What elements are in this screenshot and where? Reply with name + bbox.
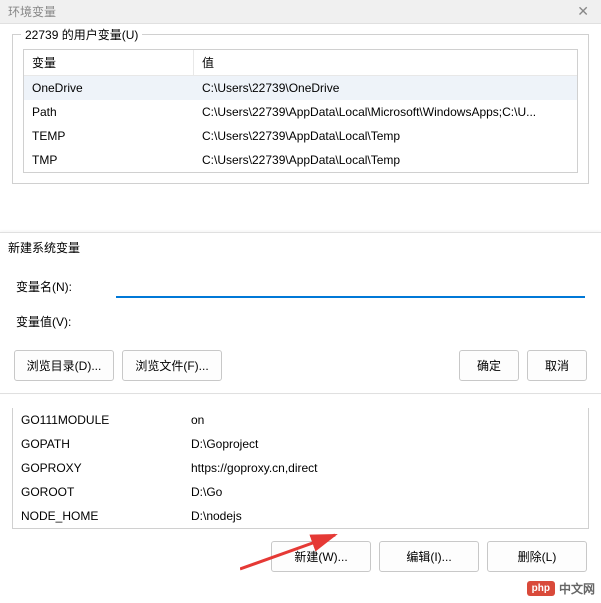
close-icon[interactable]: ✕ <box>573 3 593 20</box>
cell-name: TEMP <box>24 126 194 146</box>
title-bar: 环境变量 ✕ <box>0 0 601 24</box>
cell-value: C:\Users\22739\AppData\Local\Temp <box>194 150 577 170</box>
cell-value: D:\nodejs <box>183 506 588 526</box>
browse-file-button[interactable]: 浏览文件(F)... <box>122 350 222 381</box>
cell-value: D:\Go <box>183 482 588 502</box>
cancel-button[interactable]: 取消 <box>527 350 587 381</box>
cell-value: C:\Users\22739\AppData\Local\Microsoft\W… <box>194 102 577 122</box>
variable-value-label: 变量值(V): <box>16 313 116 330</box>
new-system-variable-dialog: 新建系统变量 变量名(N): 变量值(V): 浏览目录(D)... 浏览文件(F… <box>0 232 601 394</box>
watermark: php 中文网 <box>527 580 595 597</box>
cell-name: Path <box>24 102 194 122</box>
ok-button[interactable]: 确定 <box>459 350 519 381</box>
variable-name-input[interactable] <box>116 274 585 298</box>
system-variables-area: GO111MODULEonGOPATHD:\GoprojectGOPROXYht… <box>12 408 589 572</box>
user-variables-table[interactable]: 变量 值 OneDriveC:\Users\22739\OneDrivePath… <box>23 49 578 173</box>
table-row[interactable]: PathC:\Users\22739\AppData\Local\Microso… <box>24 100 577 124</box>
new-var-title: 新建系统变量 <box>0 233 601 268</box>
user-variables-group: 22739 的用户变量(U) 变量 值 OneDriveC:\Users\227… <box>12 34 589 184</box>
cell-name: NODE_HOME <box>13 506 183 526</box>
table-row[interactable]: TMPC:\Users\22739\AppData\Local\Temp <box>24 148 577 172</box>
cell-name: GO111MODULE <box>13 410 183 430</box>
new-button[interactable]: 新建(W)... <box>271 541 371 572</box>
column-header-value[interactable]: 值 <box>194 50 577 75</box>
cell-value: C:\Users\22739\OneDrive <box>194 78 577 98</box>
cell-value: C:\Users\22739\AppData\Local\Temp <box>194 126 577 146</box>
browse-directory-button[interactable]: 浏览目录(D)... <box>14 350 114 381</box>
table-row[interactable]: TEMPC:\Users\22739\AppData\Local\Temp <box>24 124 577 148</box>
watermark-badge: php <box>527 581 555 596</box>
environment-variables-dialog: 环境变量 ✕ 22739 的用户变量(U) 变量 值 OneDriveC:\Us… <box>0 0 601 603</box>
edit-button[interactable]: 编辑(I)... <box>379 541 479 572</box>
watermark-text: 中文网 <box>559 580 595 597</box>
dialog-title: 环境变量 <box>8 3 56 20</box>
cell-value: https://goproxy.cn,direct <box>183 458 588 478</box>
cell-name: GOPATH <box>13 434 183 454</box>
cell-name: OneDrive <box>24 78 194 98</box>
table-row[interactable]: NODE_HOMED:\nodejs <box>13 504 588 528</box>
user-variables-legend: 22739 的用户变量(U) <box>21 26 142 43</box>
variable-name-label: 变量名(N): <box>16 278 116 295</box>
table-row[interactable]: GOPATHD:\Goproject <box>13 432 588 456</box>
cell-name: GOPROXY <box>13 458 183 478</box>
table-row[interactable]: GOPROXYhttps://goproxy.cn,direct <box>13 456 588 480</box>
cell-value: on <box>183 410 588 430</box>
table-row[interactable]: GOROOTD:\Go <box>13 480 588 504</box>
system-variables-table[interactable]: GO111MODULEonGOPATHD:\GoprojectGOPROXYht… <box>12 408 589 529</box>
cell-value: D:\Goproject <box>183 434 588 454</box>
column-header-name[interactable]: 变量 <box>24 50 194 75</box>
table-row[interactable]: OneDriveC:\Users\22739\OneDrive <box>24 76 577 100</box>
cell-name: GOROOT <box>13 482 183 502</box>
table-row[interactable]: GO111MODULEon <box>13 408 588 432</box>
delete-button[interactable]: 删除(L) <box>487 541 587 572</box>
cell-name: TMP <box>24 150 194 170</box>
variable-value-input[interactable] <box>116 310 585 332</box>
table-header: 变量 值 <box>24 50 577 76</box>
